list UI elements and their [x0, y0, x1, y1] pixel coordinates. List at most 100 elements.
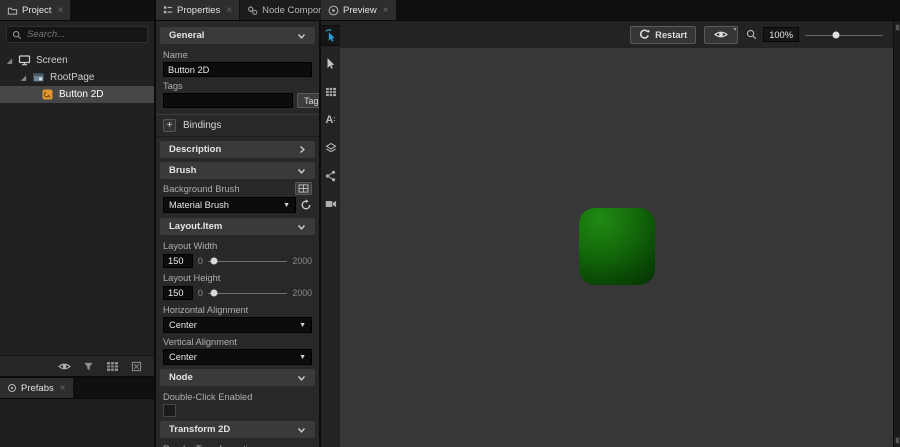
tags-button[interactable]: Tags: [297, 93, 319, 108]
preview-right: Restart 100%: [340, 21, 893, 447]
name-label: Name: [156, 47, 319, 61]
eye-icon: [714, 29, 728, 40]
tags-label: Tags: [156, 78, 319, 92]
add-binding-button[interactable]: +: [163, 119, 176, 132]
kanzi-studio-window: Project × ◢ Screen ◢: [0, 0, 900, 447]
bindings-row: + Bindings: [156, 114, 319, 137]
no-preview-icon[interactable]: [131, 361, 142, 372]
play-icon: [328, 5, 339, 16]
layout-width-label: Layout Width: [156, 238, 319, 252]
filter-icon[interactable]: [83, 361, 94, 372]
chevron-down-icon: [297, 32, 306, 40]
zoom-value[interactable]: 100%: [763, 27, 799, 42]
section-general[interactable]: General: [160, 27, 315, 44]
close-icon[interactable]: ×: [60, 383, 66, 394]
camera-tool[interactable]: [321, 194, 340, 213]
interact-tool[interactable]: [321, 26, 340, 45]
zoom-slider[interactable]: [805, 29, 883, 40]
layout-width-slider[interactable]: [208, 255, 288, 266]
layout-height-label: Layout Height: [156, 270, 319, 284]
section-layout-item[interactable]: Layout.Item: [160, 218, 315, 235]
section-description[interactable]: Description: [160, 141, 315, 158]
tree-item-label: RootPage: [50, 72, 94, 83]
tree-item-screen[interactable]: ◢ Screen: [0, 52, 154, 69]
connections-tool[interactable]: [321, 166, 340, 185]
project-panel: Project × ◢ Screen ◢: [0, 0, 154, 376]
close-icon[interactable]: ×: [383, 5, 389, 16]
select-tool[interactable]: [321, 54, 340, 73]
background-brush-label: Background Brush: [163, 184, 240, 194]
panel-grip-icon[interactable]: [895, 437, 900, 444]
tab-project[interactable]: Project ×: [0, 0, 70, 20]
tree-item-button-2d[interactable]: Button 2D: [0, 86, 154, 103]
tree-item-rootpage[interactable]: ◢ RootPage: [0, 69, 154, 86]
prefab-icon: [7, 383, 17, 393]
collapsed-panel-strip[interactable]: [893, 21, 900, 447]
render-transformation-label: Render Transformation: [156, 441, 319, 447]
close-icon[interactable]: ×: [58, 5, 64, 16]
layout-height-max: 2000: [292, 288, 312, 298]
layout-height-field[interactable]: 150: [163, 286, 193, 300]
properties-icon: [163, 5, 173, 15]
layout-width-min: 0: [198, 256, 203, 266]
dropdown-corner-icon: [733, 28, 736, 31]
tab-properties[interactable]: Properties ×: [156, 0, 239, 20]
prefabs-tabbar: Prefabs ×: [0, 378, 154, 399]
vertical-alignment-dropdown[interactable]: Center ▼: [163, 349, 312, 365]
horizontal-alignment-dropdown[interactable]: Center ▼: [163, 317, 312, 333]
zoom-control: 100%: [746, 27, 883, 42]
preview-button-2d[interactable]: [579, 207, 655, 284]
preview-canvas[interactable]: [340, 48, 893, 447]
screen-icon: [18, 54, 31, 67]
section-node-label: Node: [169, 372, 193, 383]
text-tool[interactable]: A:: [321, 110, 340, 129]
preview-content: A: Restart: [321, 21, 900, 447]
section-general-label: General: [169, 30, 204, 41]
project-search[interactable]: [6, 26, 148, 43]
section-transform-2d[interactable]: Transform 2D: [160, 421, 315, 438]
layers-tool[interactable]: [321, 138, 340, 157]
tab-preview[interactable]: Preview ×: [321, 0, 396, 20]
grid-tool[interactable]: [321, 82, 340, 101]
brush-picker-icon[interactable]: [295, 182, 312, 195]
layout-width-field[interactable]: 150: [163, 254, 193, 268]
layout-height-min: 0: [198, 288, 203, 298]
chevron-down-icon: [297, 167, 306, 175]
tags-field[interactable]: [163, 93, 293, 108]
button-2d-icon: [41, 88, 54, 101]
chevron-down-icon: [297, 223, 306, 231]
prefabs-panel: Prefabs ×: [0, 376, 154, 447]
page-icon: [32, 71, 45, 84]
tab-project-label: Project: [22, 5, 52, 16]
tab-prefabs[interactable]: Prefabs ×: [0, 378, 73, 398]
eye-icon[interactable]: [58, 361, 71, 372]
tab-properties-label: Properties: [177, 5, 220, 16]
close-icon[interactable]: ×: [226, 5, 232, 16]
search-input[interactable]: [27, 29, 142, 40]
expander-icon[interactable]: ◢: [20, 74, 27, 82]
project-tabbar: Project ×: [0, 0, 154, 21]
restart-button[interactable]: Restart: [630, 26, 696, 44]
section-node[interactable]: Node: [160, 369, 315, 386]
section-transform-2d-label: Transform 2D: [169, 424, 230, 435]
grid-view-icon[interactable]: [106, 361, 119, 372]
zoom-icon: [746, 29, 757, 40]
layout-height-slider[interactable]: [208, 287, 288, 298]
panel-grip-icon[interactable]: [895, 24, 900, 31]
properties-tabbar: Properties × Node Components ×: [156, 0, 319, 21]
vertical-alignment-label: Vertical Alignment: [156, 334, 319, 348]
expander-icon[interactable]: ◢: [6, 57, 13, 65]
double-click-checkbox[interactable]: [163, 404, 176, 417]
section-brush-label: Brush: [169, 165, 196, 176]
tab-preview-label: Preview: [343, 5, 377, 16]
bindings-label: Bindings: [183, 120, 221, 131]
layout-height-row: 150 0 2000: [163, 286, 312, 299]
chevron-down-icon: [297, 374, 306, 382]
section-brush[interactable]: Brush: [160, 162, 315, 179]
visibility-button[interactable]: [704, 26, 738, 44]
preview-tool-strip: A:: [321, 21, 340, 447]
preview-column: Preview × A:: [321, 0, 900, 447]
reset-brush-icon[interactable]: [300, 199, 312, 211]
background-brush-dropdown[interactable]: Material Brush ▼: [163, 197, 296, 213]
name-field[interactable]: [163, 62, 312, 77]
